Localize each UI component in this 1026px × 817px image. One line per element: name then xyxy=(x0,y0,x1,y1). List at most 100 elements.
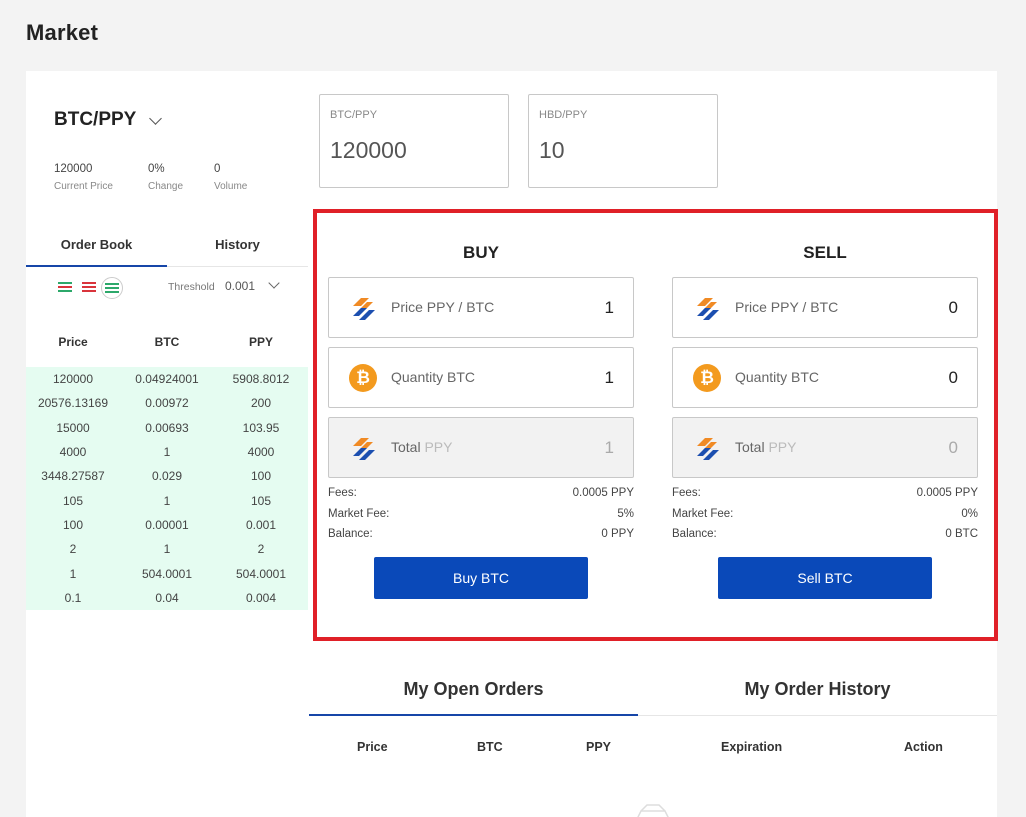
market-stats: 120000 Current Price 0% Change 0 Volume xyxy=(54,163,247,192)
buy-fees: Fees: 0.0005 PPY Market Fee: 5% Balance: 0 … xyxy=(328,487,634,549)
orders-column-expiration: Expiration xyxy=(721,740,783,754)
field-label: Total PPY xyxy=(735,439,796,455)
balance-label: Balance: xyxy=(328,528,373,540)
buy-price-input[interactable]: 1 xyxy=(605,298,614,318)
column-header: PPY xyxy=(248,335,273,349)
column-header: BTC xyxy=(154,335,180,349)
table-row[interactable]: 100 0.00001 0.001 xyxy=(26,513,308,537)
ppy-logo-icon xyxy=(697,438,719,460)
balance-label: Balance: xyxy=(672,528,717,540)
table-row[interactable]: 2 1 2 xyxy=(26,537,308,561)
orderbook-rows: 120000 0.04924001 5908.8012 20576.13169 0.0… xyxy=(26,367,308,610)
pair-selector[interactable]: BTC/PPY xyxy=(54,109,163,131)
orders-column-ppy: PPY xyxy=(586,740,612,754)
tab-my-order-history[interactable]: My Order History xyxy=(638,669,997,715)
table-row[interactable]: 0.1 0.04 0.004 xyxy=(26,586,308,610)
sell-button[interactable]: Sell BTC xyxy=(718,556,932,599)
table-row[interactable]: 1 504.0001 504.0001 xyxy=(26,561,308,585)
buy-total-value: 1 xyxy=(604,438,614,457)
market-fee-row: Market Fee: 5% xyxy=(328,508,634,529)
cell-ppy: 5908.8012 xyxy=(232,372,290,387)
trade-form-highlight: BUY Price PPY / BTC 1 ₿ Quantity BTC 1 T… xyxy=(313,209,998,641)
cell-price: 120000 xyxy=(52,372,94,387)
tab-my-open-orders[interactable]: My Open Orders xyxy=(309,669,638,716)
balance-value: 0 BTC xyxy=(945,528,978,540)
cell-ppy: 100 xyxy=(250,469,272,484)
cell-ppy: 0.001 xyxy=(245,517,277,532)
cell-ppy: 4000 xyxy=(247,445,275,460)
market-fee-value: 5% xyxy=(617,507,634,520)
card-value: 10 xyxy=(539,137,565,163)
fee-value: 0.0005 PPY xyxy=(572,487,634,499)
card-label: BTC/PPY xyxy=(330,109,378,121)
sell-total-field: Total PPY 0 xyxy=(672,417,978,478)
cell-btc: 0.04924001 xyxy=(135,372,199,387)
ppy-logo-icon xyxy=(353,438,375,460)
price-card-hbd-ppy[interactable]: HBD/PPY 10 xyxy=(528,94,718,188)
stat-value: 0% xyxy=(148,163,165,175)
fee-row: Fees: 0.0005 PPY xyxy=(328,487,634,508)
table-row[interactable]: 3448.27587 0.029 100 xyxy=(26,464,308,488)
field-label: Quantity BTC xyxy=(391,369,476,385)
tab-order-book[interactable]: Order Book xyxy=(26,231,167,267)
buy-quantity-field[interactable]: ₿ Quantity BTC 1 xyxy=(328,347,634,408)
chevron-down-icon[interactable] xyxy=(268,277,280,289)
price-card-btc-ppy[interactable]: BTC/PPY 120000 xyxy=(319,94,509,188)
market-fee-value: 0% xyxy=(961,507,978,520)
empty-box-icon xyxy=(637,804,669,817)
table-row[interactable]: 20576.13169 0.00972 200 xyxy=(26,391,308,415)
pair-name: BTC/PPY xyxy=(54,109,137,130)
card-value: 120000 xyxy=(330,137,407,163)
cell-btc: 0.00693 xyxy=(145,420,189,435)
balance-row: Balance: 0 BTC xyxy=(672,528,978,549)
buy-button[interactable]: Buy BTC xyxy=(374,556,588,599)
market-fee-label: Market Fee: xyxy=(672,507,734,520)
view-sell-icon[interactable] xyxy=(82,282,96,294)
stat-current-price: 120000 Current Price xyxy=(54,163,148,192)
cell-price: 105 xyxy=(62,493,84,508)
buy-price-field[interactable]: Price PPY / BTC 1 xyxy=(328,277,634,338)
table-row[interactable]: 4000 1 4000 xyxy=(26,440,308,464)
buy-form: BUY Price PPY / BTC 1 ₿ Quantity BTC 1 T… xyxy=(328,213,634,599)
sell-form: SELL Price PPY / BTC 0 ₿ Quantity BTC 0 xyxy=(672,213,978,599)
cell-btc: 1 xyxy=(163,493,171,508)
sell-price-field[interactable]: Price PPY / BTC 0 xyxy=(672,277,978,338)
market-fee-row: Market Fee: 0% xyxy=(672,508,978,529)
cell-btc: 0.04 xyxy=(155,590,179,605)
cell-price: 3448.27587 xyxy=(41,469,105,484)
buy-total-field: Total PPY 1 xyxy=(328,417,634,478)
total-label: Total xyxy=(391,439,421,455)
orderbook-tools: Threshold 0.001 xyxy=(26,277,308,303)
stat-label: Current Price xyxy=(54,181,113,192)
total-unit: PPY xyxy=(424,439,453,455)
sell-quantity-input[interactable]: 0 xyxy=(949,368,958,388)
stat-change: 0% Change xyxy=(148,163,214,192)
sell-price-input[interactable]: 0 xyxy=(949,298,958,318)
stat-value: 120000 xyxy=(54,163,93,175)
market-panel: BTC/PPY 120000 Current Price 0% Change 0… xyxy=(26,71,998,817)
field-label: Price PPY / BTC xyxy=(391,299,495,315)
stat-label: Change xyxy=(148,181,184,192)
view-both-icon[interactable] xyxy=(58,282,72,294)
orders-column-action: Action xyxy=(904,740,943,754)
orders-tabs: My Open Orders My Order History xyxy=(309,669,997,716)
stat-volume: 0 Volume xyxy=(214,163,247,192)
table-row[interactable]: 120000 0.04924001 5908.8012 xyxy=(26,367,308,391)
buy-quantity-input[interactable]: 1 xyxy=(605,368,614,388)
chevron-down-icon[interactable] xyxy=(149,111,163,125)
table-row[interactable]: 105 1 105 xyxy=(26,488,308,512)
ppy-logo-icon xyxy=(353,298,375,320)
cell-btc: 1 xyxy=(163,542,171,557)
sell-quantity-field[interactable]: ₿ Quantity BTC 0 xyxy=(672,347,978,408)
cell-ppy: 200 xyxy=(250,396,272,411)
fee-label: Fees: xyxy=(328,487,357,499)
orders-column-price: Price xyxy=(357,740,388,754)
stat-label: Volume xyxy=(214,181,248,192)
buy-title: BUY xyxy=(463,243,499,262)
table-row[interactable]: 15000 0.00693 103.95 xyxy=(26,416,308,440)
cell-btc: 0.00972 xyxy=(145,396,189,411)
stat-value: 0 xyxy=(214,163,221,175)
threshold-value[interactable]: 0.001 xyxy=(225,279,255,293)
view-buy-icon[interactable] xyxy=(101,277,123,299)
tab-history[interactable]: History xyxy=(167,231,308,266)
